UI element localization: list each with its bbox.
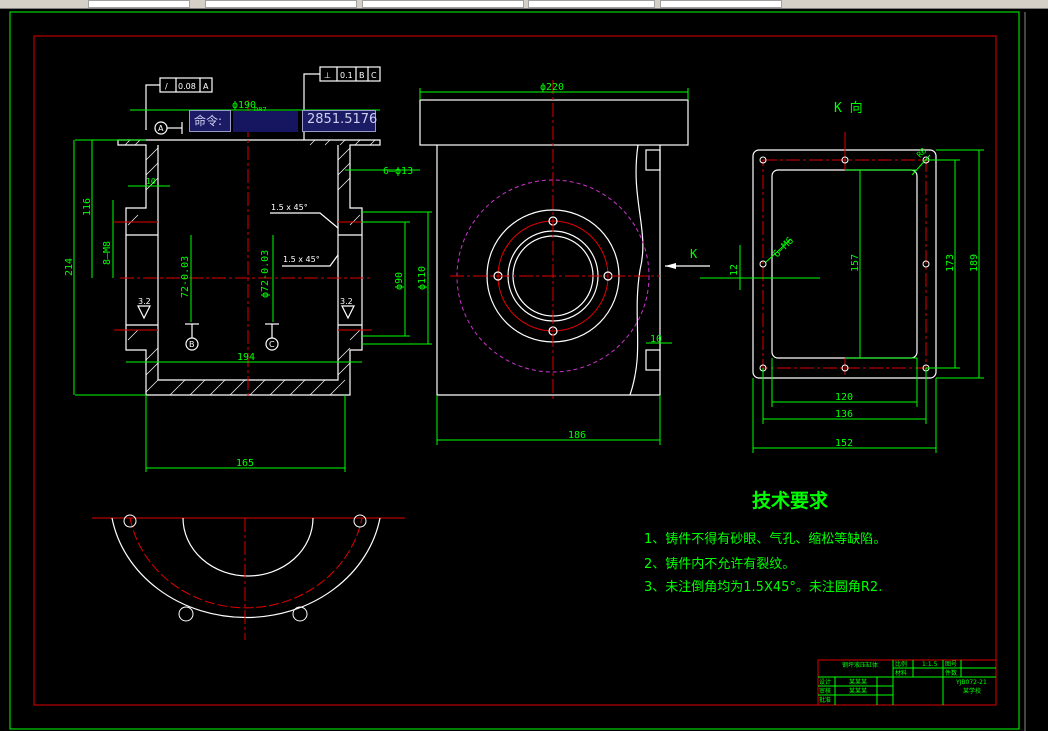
- dim-157: 157: [850, 254, 861, 272]
- dim-dia110: ϕ110: [417, 266, 428, 290]
- datum-a: A: [158, 124, 164, 133]
- tb-scale-label: 比例: [895, 660, 907, 668]
- dim-120: 120: [835, 392, 853, 403]
- tb-scale: 1:1.5: [922, 661, 938, 668]
- command-input[interactable]: [233, 111, 298, 132]
- dim-72: 72-0.03: [180, 256, 191, 298]
- tb-company: 某学校: [963, 687, 981, 695]
- tech-requirement-3: 3、未注倒角均为1.5X45°。未注圆角R2.: [644, 580, 883, 595]
- tb-quantity-label: 件数: [945, 669, 957, 677]
- tolerance-2-datum1: B: [359, 71, 365, 80]
- roughness-1: 3.2: [138, 297, 151, 306]
- dim-72b: ϕ72-0.03: [260, 250, 271, 298]
- dim-194: 194: [237, 352, 255, 363]
- chamfer-label-1: 1.5 x 45°: [271, 203, 308, 212]
- tb-designer-label: 设计: [819, 678, 831, 686]
- dim-dia90: ϕ90: [394, 272, 405, 290]
- dim-dia190: ϕ190: [232, 100, 256, 111]
- dim-12: 12: [729, 264, 740, 276]
- tb-approver-label: 批准: [819, 696, 831, 704]
- drawing-canvas[interactable]: / 0.08 A ⊥ 0.1 B C A B C ϕ190 D87 10 6–ϕ…: [0, 0, 1048, 731]
- tolerance-2-value: 0.1: [340, 71, 353, 80]
- front-view: ϕ220 12 10 186 K: [419, 80, 741, 445]
- datum-c: C: [269, 340, 275, 349]
- dim-m8: 8–M8: [102, 241, 113, 265]
- dim-214: 214: [64, 258, 75, 276]
- dim-dia220: ϕ220: [540, 82, 564, 93]
- tech-requirement-2: 2、铸件内不允许有裂纹。: [644, 557, 796, 572]
- dim-189: 189: [969, 254, 980, 272]
- tech-requirement-1: 1、铸件不得有砂眼、气孔、缩松等缺陷。: [644, 532, 887, 547]
- k-view: K 向 6–M6 R8 157 173 189 120 136 152: [700, 100, 984, 453]
- dim-m6: 6–M6: [771, 235, 796, 260]
- frame-border: [33, 35, 997, 706]
- tolerance-2-symbol: ⊥: [324, 71, 331, 80]
- chamfer-label-2: 1.5 x 45°: [283, 255, 320, 264]
- tolerance-1-value: 0.08: [178, 82, 196, 91]
- dim-holes: 6–ϕ13: [383, 166, 413, 177]
- dim-152: 152: [835, 438, 853, 449]
- dim-10: 10: [146, 177, 156, 186]
- tb-checker: 某某某: [849, 688, 867, 695]
- bottom-view: [92, 514, 405, 640]
- tb-material-label: 材料: [895, 669, 907, 677]
- tb-checker-label: 审核: [819, 687, 831, 695]
- tolerance-2-datum2: C: [371, 71, 377, 80]
- dim-173: 173: [945, 254, 956, 272]
- tb-part-name: 钢坪液压缸体: [842, 661, 878, 669]
- tb-sheet-label: 图号: [945, 661, 957, 668]
- tolerance-1-symbol: /: [165, 82, 168, 91]
- dim-136: 136: [835, 409, 853, 420]
- dim-116: 116: [82, 198, 93, 216]
- tolerance-1-datum: A: [203, 82, 209, 91]
- dim-186: 186: [568, 430, 586, 441]
- tech-requirements-title: 技术要求: [752, 490, 829, 512]
- dim-165: 165: [236, 458, 254, 469]
- command-prompt-label: 命令:: [189, 110, 231, 132]
- k-view-title: K 向: [834, 100, 863, 116]
- tb-designer: 某某某: [849, 679, 867, 686]
- datum-b: B: [189, 340, 195, 349]
- view-arrow-k: K: [690, 247, 698, 261]
- tb-drawing-no: YJB072-21: [955, 679, 987, 686]
- coordinate-readout: 2851.5176: [302, 110, 377, 132]
- sheet-border: [9, 11, 1020, 730]
- dim-10-front: 10: [650, 334, 662, 345]
- roughness-2: 3.2: [340, 297, 353, 306]
